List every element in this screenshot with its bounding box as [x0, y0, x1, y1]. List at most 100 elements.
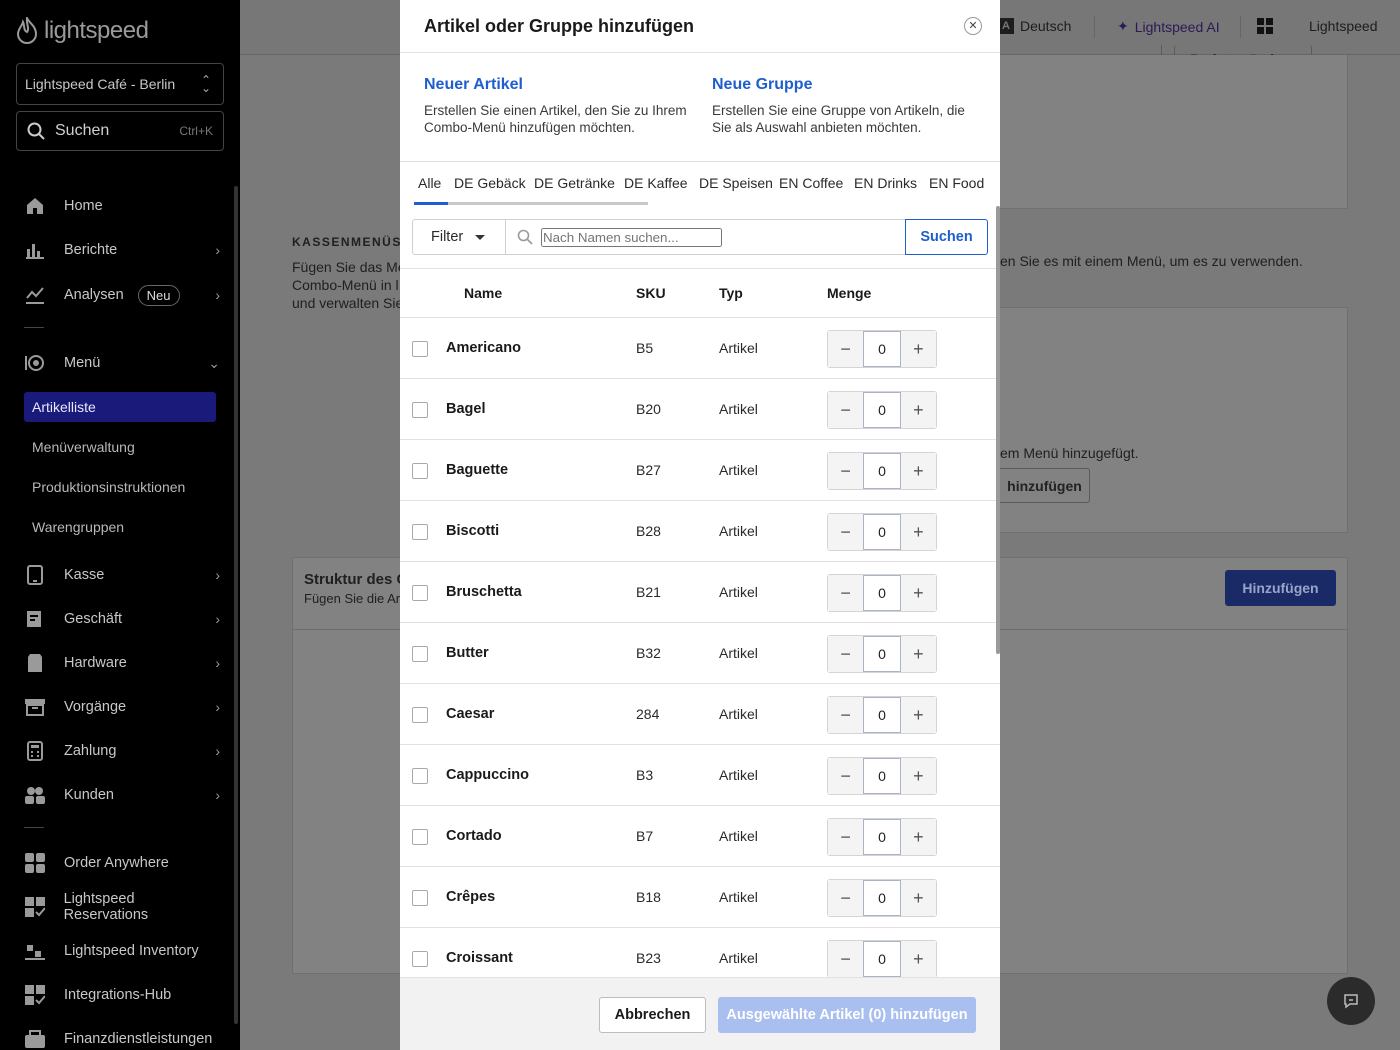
sidebar-item-analysen[interactable]: Analysen Neu › — [24, 280, 220, 310]
table-row[interactable]: Caesar 284 Artikel −0 + — [400, 684, 1000, 745]
table-row[interactable]: Bruschetta B21 Artikel −0 + — [400, 562, 1000, 623]
quantity-value[interactable]: 0 — [863, 575, 901, 611]
new-item-link[interactable]: Neuer Artikel — [424, 76, 694, 94]
chat-button[interactable] — [1327, 977, 1375, 1025]
sidebar-item-zahlung[interactable]: Zahlung › — [24, 736, 220, 766]
new-group-option[interactable]: Neue Gruppe Erstellen Sie eine Gruppe vo… — [712, 76, 982, 136]
brand-logo[interactable]: lightspeed — [16, 16, 149, 46]
plus-icon[interactable]: + — [900, 575, 936, 611]
sidebar-subitem-produktionsinstruktionen[interactable]: Produktionsinstruktionen — [24, 472, 216, 502]
quantity-value[interactable]: 0 — [863, 697, 901, 733]
account-menu[interactable]: Lightspeed — [1309, 18, 1378, 34]
tab-alle[interactable]: Alle — [418, 175, 441, 191]
language-selector[interactable]: A Deutsch — [998, 18, 1071, 34]
quantity-value[interactable]: 0 — [863, 331, 901, 367]
row-checkbox[interactable] — [412, 707, 428, 723]
plus-icon[interactable]: + — [900, 697, 936, 733]
search-button[interactable]: Suchen — [905, 219, 988, 255]
bg-add-button[interactable]: hinzufügen — [1000, 468, 1090, 503]
row-checkbox[interactable] — [412, 646, 428, 662]
sidebar-item-kunden[interactable]: Kunden › — [24, 780, 220, 810]
row-checkbox[interactable] — [412, 768, 428, 784]
sidebar-item-reservations[interactable]: Lightspeed Reservations — [24, 891, 220, 923]
quantity-value[interactable]: 0 — [863, 941, 901, 977]
sidebar-subitem-warengruppen[interactable]: Warengruppen — [24, 512, 216, 542]
new-item-option[interactable]: Neuer Artikel Erstellen Sie einen Artike… — [424, 76, 694, 136]
sidebar-item-geschaeft[interactable]: Geschäft › — [24, 604, 220, 634]
sidebar-item-vorgaenge[interactable]: Vorgänge › — [24, 692, 220, 722]
plus-icon[interactable]: + — [900, 941, 936, 977]
item-search-input[interactable] — [541, 227, 722, 247]
quantity-value[interactable]: 0 — [863, 392, 901, 428]
plus-icon[interactable]: + — [900, 331, 936, 367]
ai-button[interactable]: ✦ Lightspeed AI — [1117, 18, 1220, 35]
plus-icon[interactable]: + — [900, 636, 936, 672]
quantity-value[interactable]: 0 — [863, 758, 901, 794]
sidebar-item-menu[interactable]: Menü ⌄ — [24, 348, 220, 378]
minus-icon[interactable]: − — [828, 819, 864, 855]
sidebar-search[interactable]: Suchen Ctrl+K — [16, 111, 224, 151]
table-row[interactable]: Butter B32 Artikel −0 + — [400, 623, 1000, 684]
quantity-value[interactable]: 0 — [863, 636, 901, 672]
plus-icon[interactable]: + — [900, 880, 936, 916]
quantity-value[interactable]: 0 — [863, 880, 901, 916]
plus-icon[interactable]: + — [900, 392, 936, 428]
minus-icon[interactable]: − — [828, 453, 864, 489]
tab-de-kaffee[interactable]: DE Kaffee — [624, 175, 688, 191]
plus-icon[interactable]: + — [900, 819, 936, 855]
minus-icon[interactable]: − — [828, 514, 864, 550]
row-checkbox[interactable] — [412, 463, 428, 479]
store-selector[interactable]: Lightspeed Café - Berlin ⌃ ⌄ — [16, 63, 224, 105]
sidebar-item-kasse[interactable]: Kasse › — [24, 560, 220, 590]
sidebar-item-home[interactable]: Home — [24, 191, 220, 221]
sidebar-scrollbar[interactable] — [234, 186, 238, 1024]
column-qty[interactable]: Menge — [827, 285, 871, 301]
minus-icon[interactable]: − — [828, 575, 864, 611]
table-row[interactable]: Crêpes B18 Artikel −0 + — [400, 867, 1000, 928]
plus-icon[interactable]: + — [900, 758, 936, 794]
sidebar-subitem-menueverwaltung[interactable]: Menüverwaltung — [24, 432, 216, 462]
row-checkbox[interactable] — [412, 890, 428, 906]
minus-icon[interactable]: − — [828, 758, 864, 794]
tab-en-food[interactable]: EN Food — [929, 175, 984, 191]
minus-icon[interactable]: − — [828, 697, 864, 733]
plus-icon[interactable]: + — [900, 514, 936, 550]
sidebar-subitem-artikelliste[interactable]: Artikelliste — [24, 392, 216, 422]
row-checkbox[interactable] — [412, 402, 428, 418]
tab-en-drinks[interactable]: EN Drinks — [854, 175, 917, 191]
plus-icon[interactable]: + — [900, 453, 936, 489]
close-icon[interactable]: ✕ — [964, 17, 982, 35]
column-name[interactable]: Name — [464, 285, 502, 301]
quantity-value[interactable]: 0 — [863, 514, 901, 550]
apps-grid-button[interactable] — [1257, 18, 1273, 34]
sidebar-item-hardware[interactable]: Hardware › — [24, 648, 220, 678]
sidebar-item-berichte[interactable]: Berichte › — [24, 235, 220, 265]
sidebar-item-finanzdienstleistungen[interactable]: Finanzdienstleistungen — [24, 1024, 220, 1050]
sidebar-item-inventory[interactable]: Lightspeed Inventory — [24, 936, 220, 966]
tab-de-getraenke[interactable]: DE Getränke — [534, 175, 615, 191]
minus-icon[interactable]: − — [828, 331, 864, 367]
sidebar-item-integrations[interactable]: Integrations-Hub — [24, 980, 220, 1010]
tab-en-coffee[interactable]: EN Coffee — [779, 175, 843, 191]
sidebar-item-order-anywhere[interactable]: Order Anywhere — [24, 848, 220, 878]
table-row[interactable]: Bagel B20 Artikel −0 + — [400, 379, 1000, 440]
row-checkbox[interactable] — [412, 524, 428, 540]
quantity-value[interactable]: 0 — [863, 819, 901, 855]
table-row[interactable]: Cortado B7 Artikel −0 + — [400, 806, 1000, 867]
table-row[interactable]: Baguette B27 Artikel −0 + — [400, 440, 1000, 501]
minus-icon[interactable]: − — [828, 636, 864, 672]
tab-de-gebaeck[interactable]: DE Gebäck — [454, 175, 526, 191]
new-group-link[interactable]: Neue Gruppe — [712, 76, 982, 94]
table-row[interactable]: Cappuccino B3 Artikel −0 + — [400, 745, 1000, 806]
row-checkbox[interactable] — [412, 341, 428, 357]
row-checkbox[interactable] — [412, 585, 428, 601]
row-checkbox[interactable] — [412, 829, 428, 845]
row-checkbox[interactable] — [412, 951, 428, 967]
minus-icon[interactable]: − — [828, 392, 864, 428]
modal-scrollbar[interactable] — [996, 206, 1000, 654]
bg-hinzufuegen-button[interactable]: Hinzufügen — [1225, 570, 1336, 606]
tab-de-speisen[interactable]: DE Speisen — [699, 175, 773, 191]
table-row[interactable]: Americano B5 Artikel −0 + — [400, 318, 1000, 379]
add-selected-button[interactable]: Ausgewählte Artikel (0) hinzufügen — [718, 997, 976, 1033]
column-type[interactable]: Typ — [719, 285, 743, 301]
